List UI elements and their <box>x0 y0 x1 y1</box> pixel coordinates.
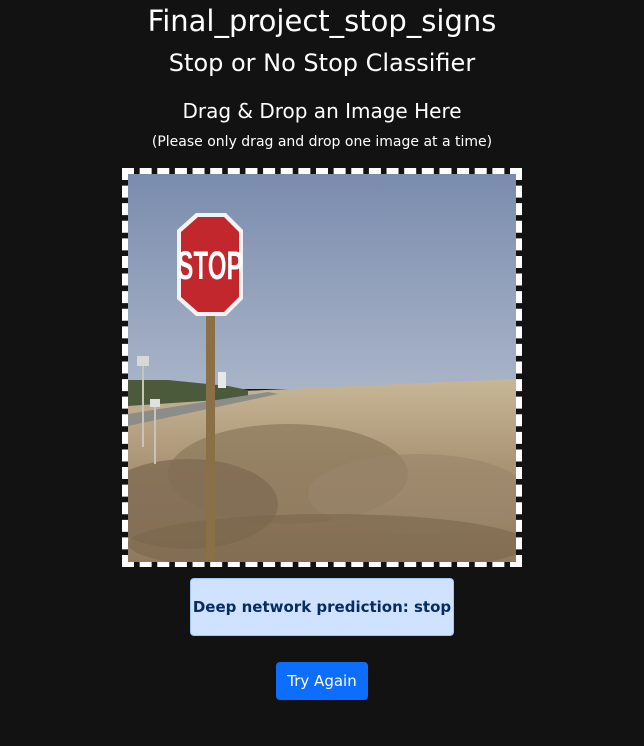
drop-zone-heading: Drag & Drop an Image Here <box>182 99 462 123</box>
sign-post <box>206 314 215 562</box>
stop-sign-text: STOP <box>177 244 242 289</box>
small-sign-post <box>154 404 156 464</box>
prediction-alert: Deep network prediction: stop <box>190 578 454 636</box>
page-subtitle: Stop or No Stop Classifier <box>168 49 476 77</box>
prediction-text: Deep network prediction: stop <box>192 598 452 616</box>
page-title: Final_project_stop_signs <box>147 4 497 38</box>
marker-sign <box>218 372 226 388</box>
page: Final_project_stop_signs Stop or No Stop… <box>0 0 644 746</box>
uploaded-image: STOP <box>128 174 516 562</box>
drop-zone-hint: (Please only drag and drop one image at … <box>151 134 493 150</box>
try-again-button[interactable]: Try Again <box>276 662 368 700</box>
small-sign <box>137 356 149 366</box>
small-sign-post <box>142 362 144 447</box>
small-sign <box>150 399 160 407</box>
